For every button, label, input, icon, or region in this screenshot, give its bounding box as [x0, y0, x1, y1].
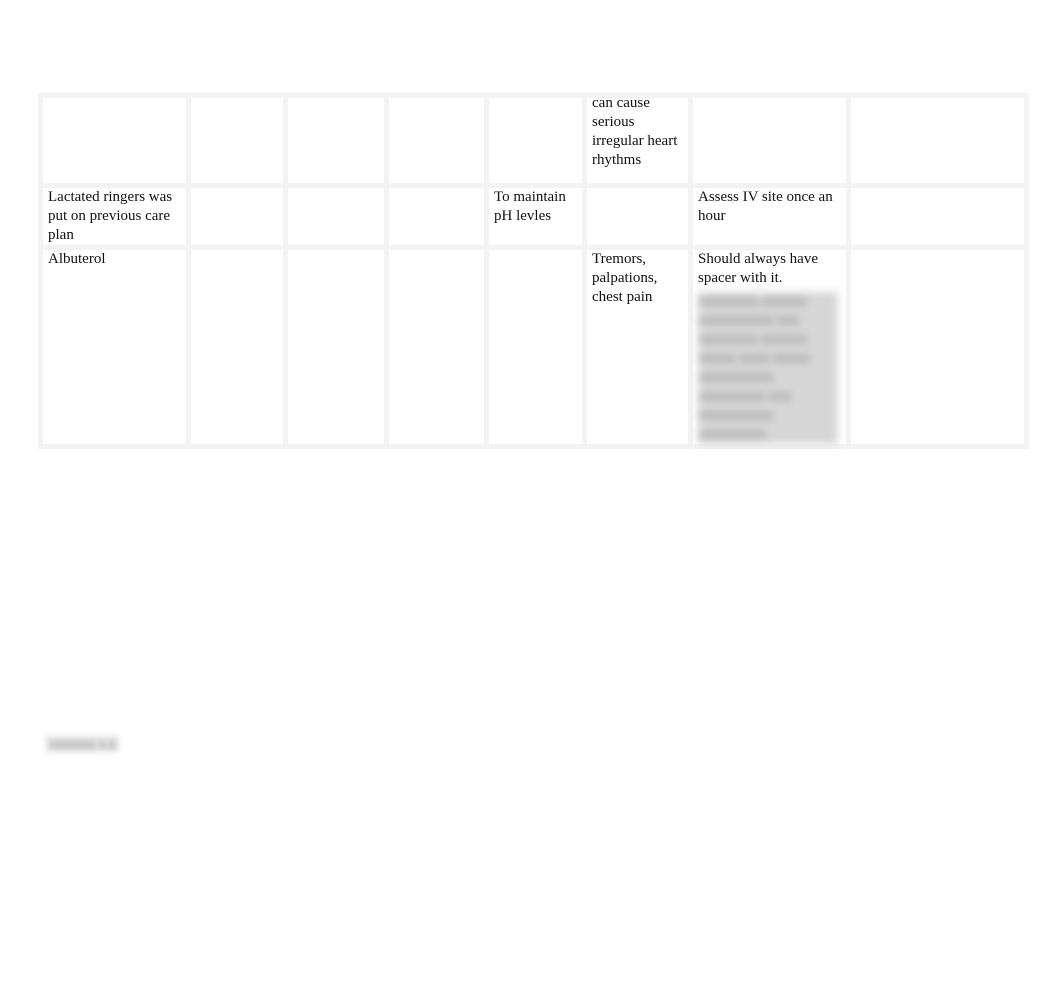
document-page: can cause serious irregular heart rhythm…	[0, 0, 1062, 1007]
table-row: can cause serious irregular heart rhythm…	[38, 93, 1029, 188]
table-cell	[384, 245, 489, 449]
purpose-text: To maintain pH levles	[494, 189, 566, 224]
table-cell	[484, 93, 587, 188]
nursing-note-text: Assess IV site once an hour	[698, 189, 833, 224]
table-cell	[384, 93, 489, 188]
blurred-footer-label: xxxxxxx x x	[46, 736, 119, 752]
medication-name: Albuterol	[48, 251, 106, 267]
table-cell	[186, 245, 288, 449]
table-cell	[846, 183, 1029, 250]
table-cell: To maintain pH levles	[484, 183, 587, 250]
side-effects-text: Tremors, palpations, chest pain	[592, 251, 658, 305]
table-cell	[384, 183, 489, 250]
table-cell	[846, 93, 1029, 188]
table-cell	[283, 183, 389, 250]
care-plan-table: can cause serious irregular heart rhythm…	[38, 93, 1029, 449]
table-cell	[582, 183, 693, 250]
table-row: Albuterol Tremors, palpations, chest pai…	[38, 245, 1029, 449]
table-cell	[688, 93, 851, 188]
table-cell: Tremors, palpations, chest pain	[582, 245, 693, 449]
table-cell: Albuterol	[38, 245, 191, 449]
table-cell	[38, 93, 191, 188]
blurred-text-block: xxxxxxxx xxxxxx xxxxxxxxxx xxx xxxxxxxx …	[698, 292, 838, 444]
table-cell	[283, 245, 389, 449]
medication-name: Lactated ringers was put on previous car…	[48, 189, 173, 243]
table-cell	[186, 183, 288, 250]
table-cell: can cause serious irregular heart rhythm…	[582, 93, 693, 188]
table-row: Lactated ringers was put on previous car…	[38, 183, 1029, 250]
side-effects-text: can cause serious irregular heart rhythm…	[592, 95, 678, 168]
table-cell: Should always have spacer with it. xxxxx…	[688, 245, 851, 449]
table-cell: Lactated ringers was put on previous car…	[38, 183, 191, 250]
nursing-note-text: Should always have spacer with it.	[698, 251, 818, 286]
table-cell	[283, 93, 389, 188]
table-cell	[186, 93, 288, 188]
table-cell	[846, 245, 1029, 449]
table-cell	[484, 245, 587, 449]
care-plan-table-container: can cause serious irregular heart rhythm…	[38, 93, 1029, 449]
table-cell: Assess IV site once an hour	[688, 183, 851, 250]
